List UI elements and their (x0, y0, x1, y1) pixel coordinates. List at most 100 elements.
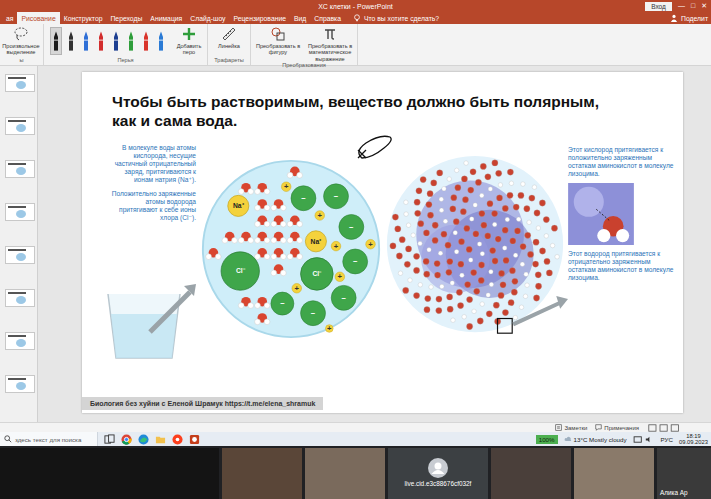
ribbon-tab[interactable]: Анимация (146, 12, 186, 24)
pen-button[interactable] (155, 27, 167, 55)
pen-button[interactable] (65, 27, 77, 55)
comments-button[interactable]: Примечания (595, 424, 639, 431)
folder-icon[interactable] (155, 434, 166, 445)
participant-tile[interactable] (222, 448, 302, 499)
molecule-dot (477, 242, 482, 247)
slide-thumbnail[interactable] (5, 332, 35, 350)
svg-text:−: − (349, 223, 354, 232)
lasso-select-button[interactable]: Произвольное выделение (3, 26, 39, 56)
pen-button[interactable] (140, 27, 152, 55)
molecule-dot (543, 216, 549, 222)
slide-thumbnail[interactable] (5, 289, 35, 307)
molecule-dot (480, 193, 485, 198)
slide-thumbnail[interactable] (5, 160, 35, 178)
window-control[interactable]: □ (691, 1, 695, 11)
pen-button[interactable] (95, 27, 107, 55)
window-control[interactable]: ✕ (701, 1, 707, 11)
callout-text: В молекуле воды атомы кислорода, несущие… (110, 144, 196, 184)
participant-tile[interactable] (491, 448, 571, 499)
search-box[interactable]: здесь текст для поиска (0, 432, 98, 446)
powerpoint-icon[interactable] (189, 434, 200, 445)
sign-in-button[interactable]: Вход (645, 2, 672, 11)
water-molecule (271, 248, 286, 259)
ribbon-tab[interactable]: Справка (310, 12, 345, 24)
slide-footer: Биология без хуйни с Еленой Шрамук https… (82, 397, 323, 410)
molecule-dot (447, 306, 453, 312)
pen-button[interactable] (80, 27, 92, 55)
ribbon-tab[interactable]: Слайд-шоу (186, 12, 229, 24)
ribbon-tab[interactable]: Конструктор (60, 12, 107, 24)
molecule-dot (502, 309, 508, 315)
network-sound-icon[interactable] (633, 435, 655, 444)
participant-tile[interactable]: live.cid.e3c88676cf032f (388, 448, 488, 499)
ribbon-group: Произвольное выделениеы (0, 24, 44, 65)
molecule-dot (453, 219, 459, 225)
molecule-dot (406, 223, 411, 228)
convert-button[interactable]: Преобразовать в математическое выражение (306, 26, 354, 62)
ribbon-tab[interactable]: Рисование (17, 12, 59, 24)
svg-text:+: + (368, 240, 373, 249)
slide-thumbnail[interactable] (5, 117, 35, 135)
sodium-sphere: + (281, 182, 291, 192)
comment-icon (595, 424, 602, 431)
molecule-dot (527, 251, 533, 257)
window-control[interactable]: — (678, 1, 685, 11)
svg-text:−: − (334, 192, 339, 201)
ribbon-tab[interactable]: Рецензирование (230, 12, 290, 24)
language-indicator[interactable]: РУС (661, 436, 673, 443)
lasso-icon (13, 26, 29, 42)
molecule-dot (466, 296, 472, 302)
view-buttons-icon[interactable] (647, 424, 681, 432)
ribbon-tab[interactable]: ая (2, 12, 17, 24)
molecule-dot (514, 228, 520, 234)
molecule-dot (498, 270, 504, 276)
notes-button[interactable]: Заметки (555, 424, 587, 431)
ribbon-group: Добавить пероПерья (44, 24, 208, 65)
group-label: Перья (47, 57, 204, 64)
molecule-dot (462, 197, 468, 203)
water-molecule (255, 215, 270, 226)
molecule-dot (480, 163, 486, 169)
molecule-dot (453, 230, 458, 235)
edge-icon[interactable] (138, 434, 149, 445)
molecule-dot (423, 230, 429, 236)
svg-text:Cl⁻: Cl⁻ (236, 267, 246, 274)
pen-button[interactable] (110, 27, 122, 55)
browser-icon[interactable] (172, 434, 183, 445)
slide-thumbnail[interactable] (5, 203, 35, 221)
molecule-dot (469, 217, 474, 222)
pen-icon (52, 29, 60, 53)
molecule-dot (438, 251, 443, 256)
add-pen-button[interactable]: Добавить перо (174, 26, 204, 56)
molecule-dot (471, 269, 477, 275)
slide-thumbnail[interactable] (5, 246, 35, 264)
ruler-icon (221, 26, 237, 42)
slide-thumbnail[interactable] (5, 74, 35, 92)
participant-tile[interactable]: Алика Ар (657, 448, 711, 499)
ribbon-tab[interactable]: Вид (290, 12, 310, 24)
pen-button[interactable] (50, 27, 62, 55)
weather-widget[interactable]: 13°C Mostly cloudy (564, 435, 627, 443)
chloride-sphere: − (291, 186, 316, 211)
convert-button[interactable]: Преобразовать в фигуру (254, 26, 302, 56)
svg-text:+: + (317, 211, 322, 220)
molecule-dot (447, 177, 452, 182)
ruler-button[interactable]: Линейка (211, 26, 247, 49)
slide-thumbnail[interactable] (5, 375, 35, 393)
molecule-dot (512, 278, 518, 284)
share-button[interactable]: Поделит (670, 12, 711, 24)
molecule-dot (413, 253, 419, 259)
ribbon-tab[interactable]: Переходы (106, 12, 146, 24)
clock[interactable]: 18:1909.09.2023 (679, 433, 708, 446)
tell-me-box[interactable]: Что вы хотите сделать? (345, 12, 439, 24)
molecule-dot (425, 295, 431, 301)
molecule-dot (535, 272, 541, 278)
chloride-sphere: − (324, 184, 349, 209)
pen-button[interactable] (125, 27, 137, 55)
molecule-dot (462, 315, 467, 320)
chrome-icon[interactable] (121, 434, 132, 445)
participant-tile[interactable] (574, 448, 654, 499)
participant-tile[interactable] (305, 448, 385, 499)
task-view-icon[interactable] (104, 434, 115, 445)
water-molecule (238, 232, 253, 243)
